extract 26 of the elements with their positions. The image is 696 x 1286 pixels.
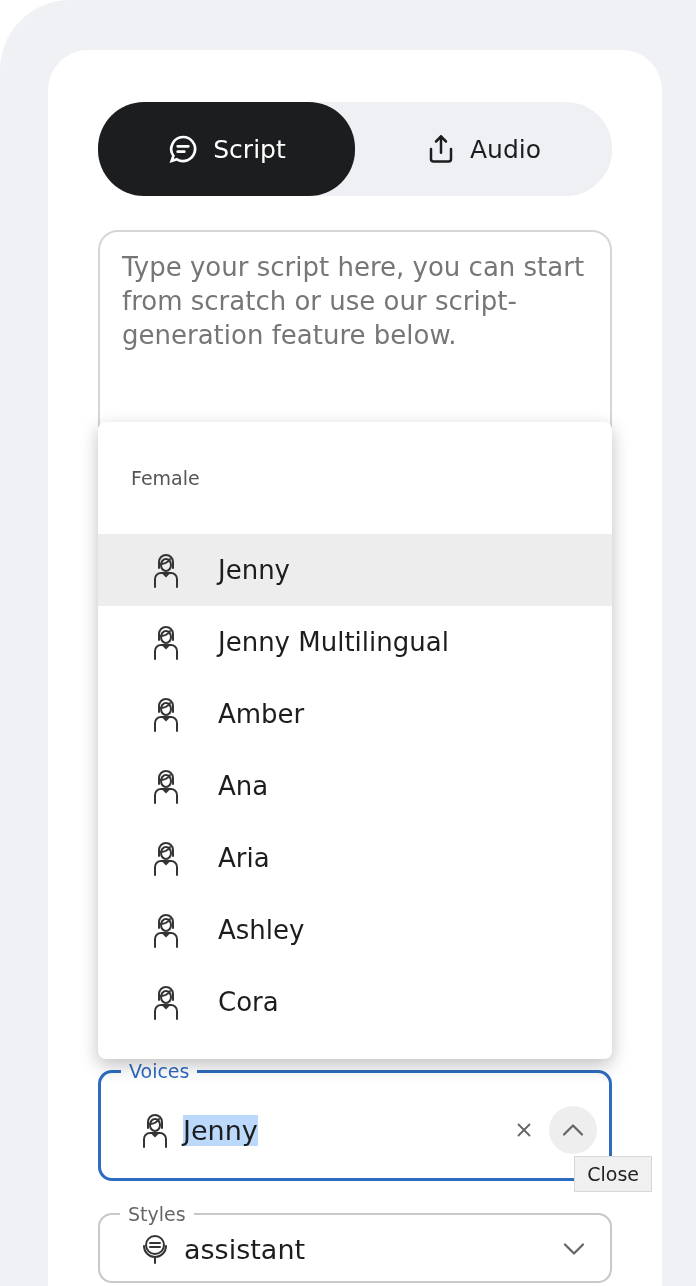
voice-option[interactable]: Cora bbox=[98, 966, 612, 1038]
voice-option[interactable]: Amber bbox=[98, 678, 612, 750]
female-person-icon bbox=[152, 696, 180, 732]
female-person-icon bbox=[152, 552, 180, 588]
tooltip: Close bbox=[574, 1156, 652, 1192]
female-person-icon bbox=[152, 840, 180, 876]
field-label: Styles bbox=[127, 1203, 187, 1225]
female-person-icon bbox=[141, 1112, 169, 1148]
group-label: Female bbox=[131, 467, 200, 489]
voice-option[interactable]: Jenny Multilingual bbox=[98, 606, 612, 678]
female-person-icon bbox=[152, 912, 180, 948]
female-person-icon bbox=[152, 984, 180, 1020]
field-label: Voices bbox=[128, 1060, 191, 1082]
dropdown-toggle-button[interactable] bbox=[549, 1106, 597, 1154]
style-value: assistant bbox=[184, 1233, 306, 1265]
voice-option[interactable]: Jenny bbox=[98, 534, 612, 606]
voice-option[interactable]: Ashley bbox=[98, 894, 612, 966]
female-person-icon bbox=[152, 768, 180, 804]
female-person-icon bbox=[152, 624, 180, 660]
voice-value: Jenny bbox=[183, 1114, 258, 1146]
voice-option[interactable]: Aria bbox=[98, 822, 612, 894]
voice-option[interactable]: Ana bbox=[98, 750, 612, 822]
styles-select-field[interactable]: Styles assistant bbox=[98, 1203, 612, 1283]
microphone-icon bbox=[140, 1232, 170, 1266]
tab[interactable]: Script bbox=[98, 102, 355, 196]
tab[interactable]: Audio bbox=[355, 102, 612, 196]
